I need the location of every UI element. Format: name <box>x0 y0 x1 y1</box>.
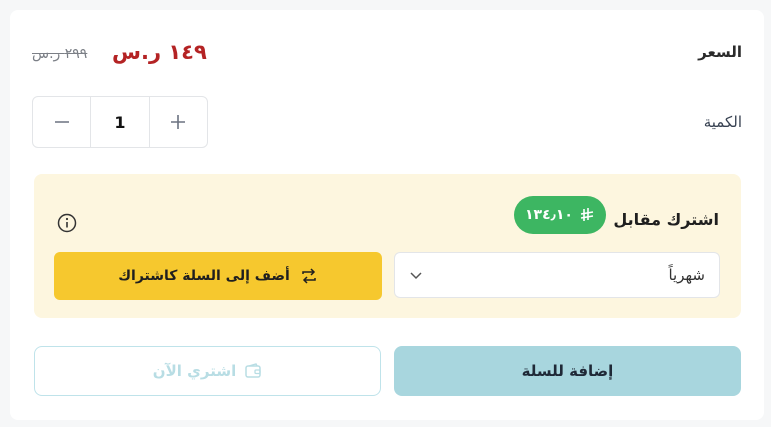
product-purchase-card: السعر ١٤٩ ر.س ٢٩٩ ر.س الكمية 1 اشترك مقا… <box>10 10 764 420</box>
old-price: ٢٩٩ ر.س <box>32 46 88 62</box>
wallet-icon <box>245 363 261 378</box>
quantity-stepper: 1 <box>32 96 208 148</box>
selected-period: شهرياً <box>668 266 705 284</box>
plus-icon <box>171 115 186 129</box>
quantity-input[interactable]: 1 <box>90 97 148 147</box>
price-label: السعر <box>698 43 742 61</box>
riyal-currency-icon <box>580 208 594 221</box>
subscription-period-select[interactable]: شهرياً <box>394 252 720 298</box>
info-icon[interactable] <box>57 213 77 233</box>
quantity-label: الكمية <box>703 113 742 131</box>
buy-now-button[interactable]: اشتري الآن <box>34 346 381 396</box>
add-to-cart-button[interactable]: إضافة للسلة <box>394 346 741 396</box>
current-price: ١٤٩ ر.س <box>112 40 207 64</box>
add-subscription-button[interactable]: أضف إلى السلة كاشتراك <box>54 252 382 300</box>
subscribe-title: اشترك مقابل <box>613 210 719 229</box>
chevron-down-icon <box>410 272 422 280</box>
buy-now-label: اشتري الآن <box>152 362 237 380</box>
increase-button[interactable] <box>148 97 207 147</box>
minus-icon <box>54 121 69 123</box>
subscription-price-badge: ١٣٤٫١٠ <box>514 196 606 234</box>
subscription-panel: اشترك مقابل ١٣٤٫١٠ شهرياً أضف إلى السلة … <box>34 174 741 318</box>
subscription-price: ١٣٤٫١٠ <box>525 207 573 223</box>
add-subscription-label: أضف إلى السلة كاشتراك <box>118 268 290 284</box>
decrease-button[interactable] <box>33 97 90 147</box>
repeat-icon <box>302 268 316 284</box>
